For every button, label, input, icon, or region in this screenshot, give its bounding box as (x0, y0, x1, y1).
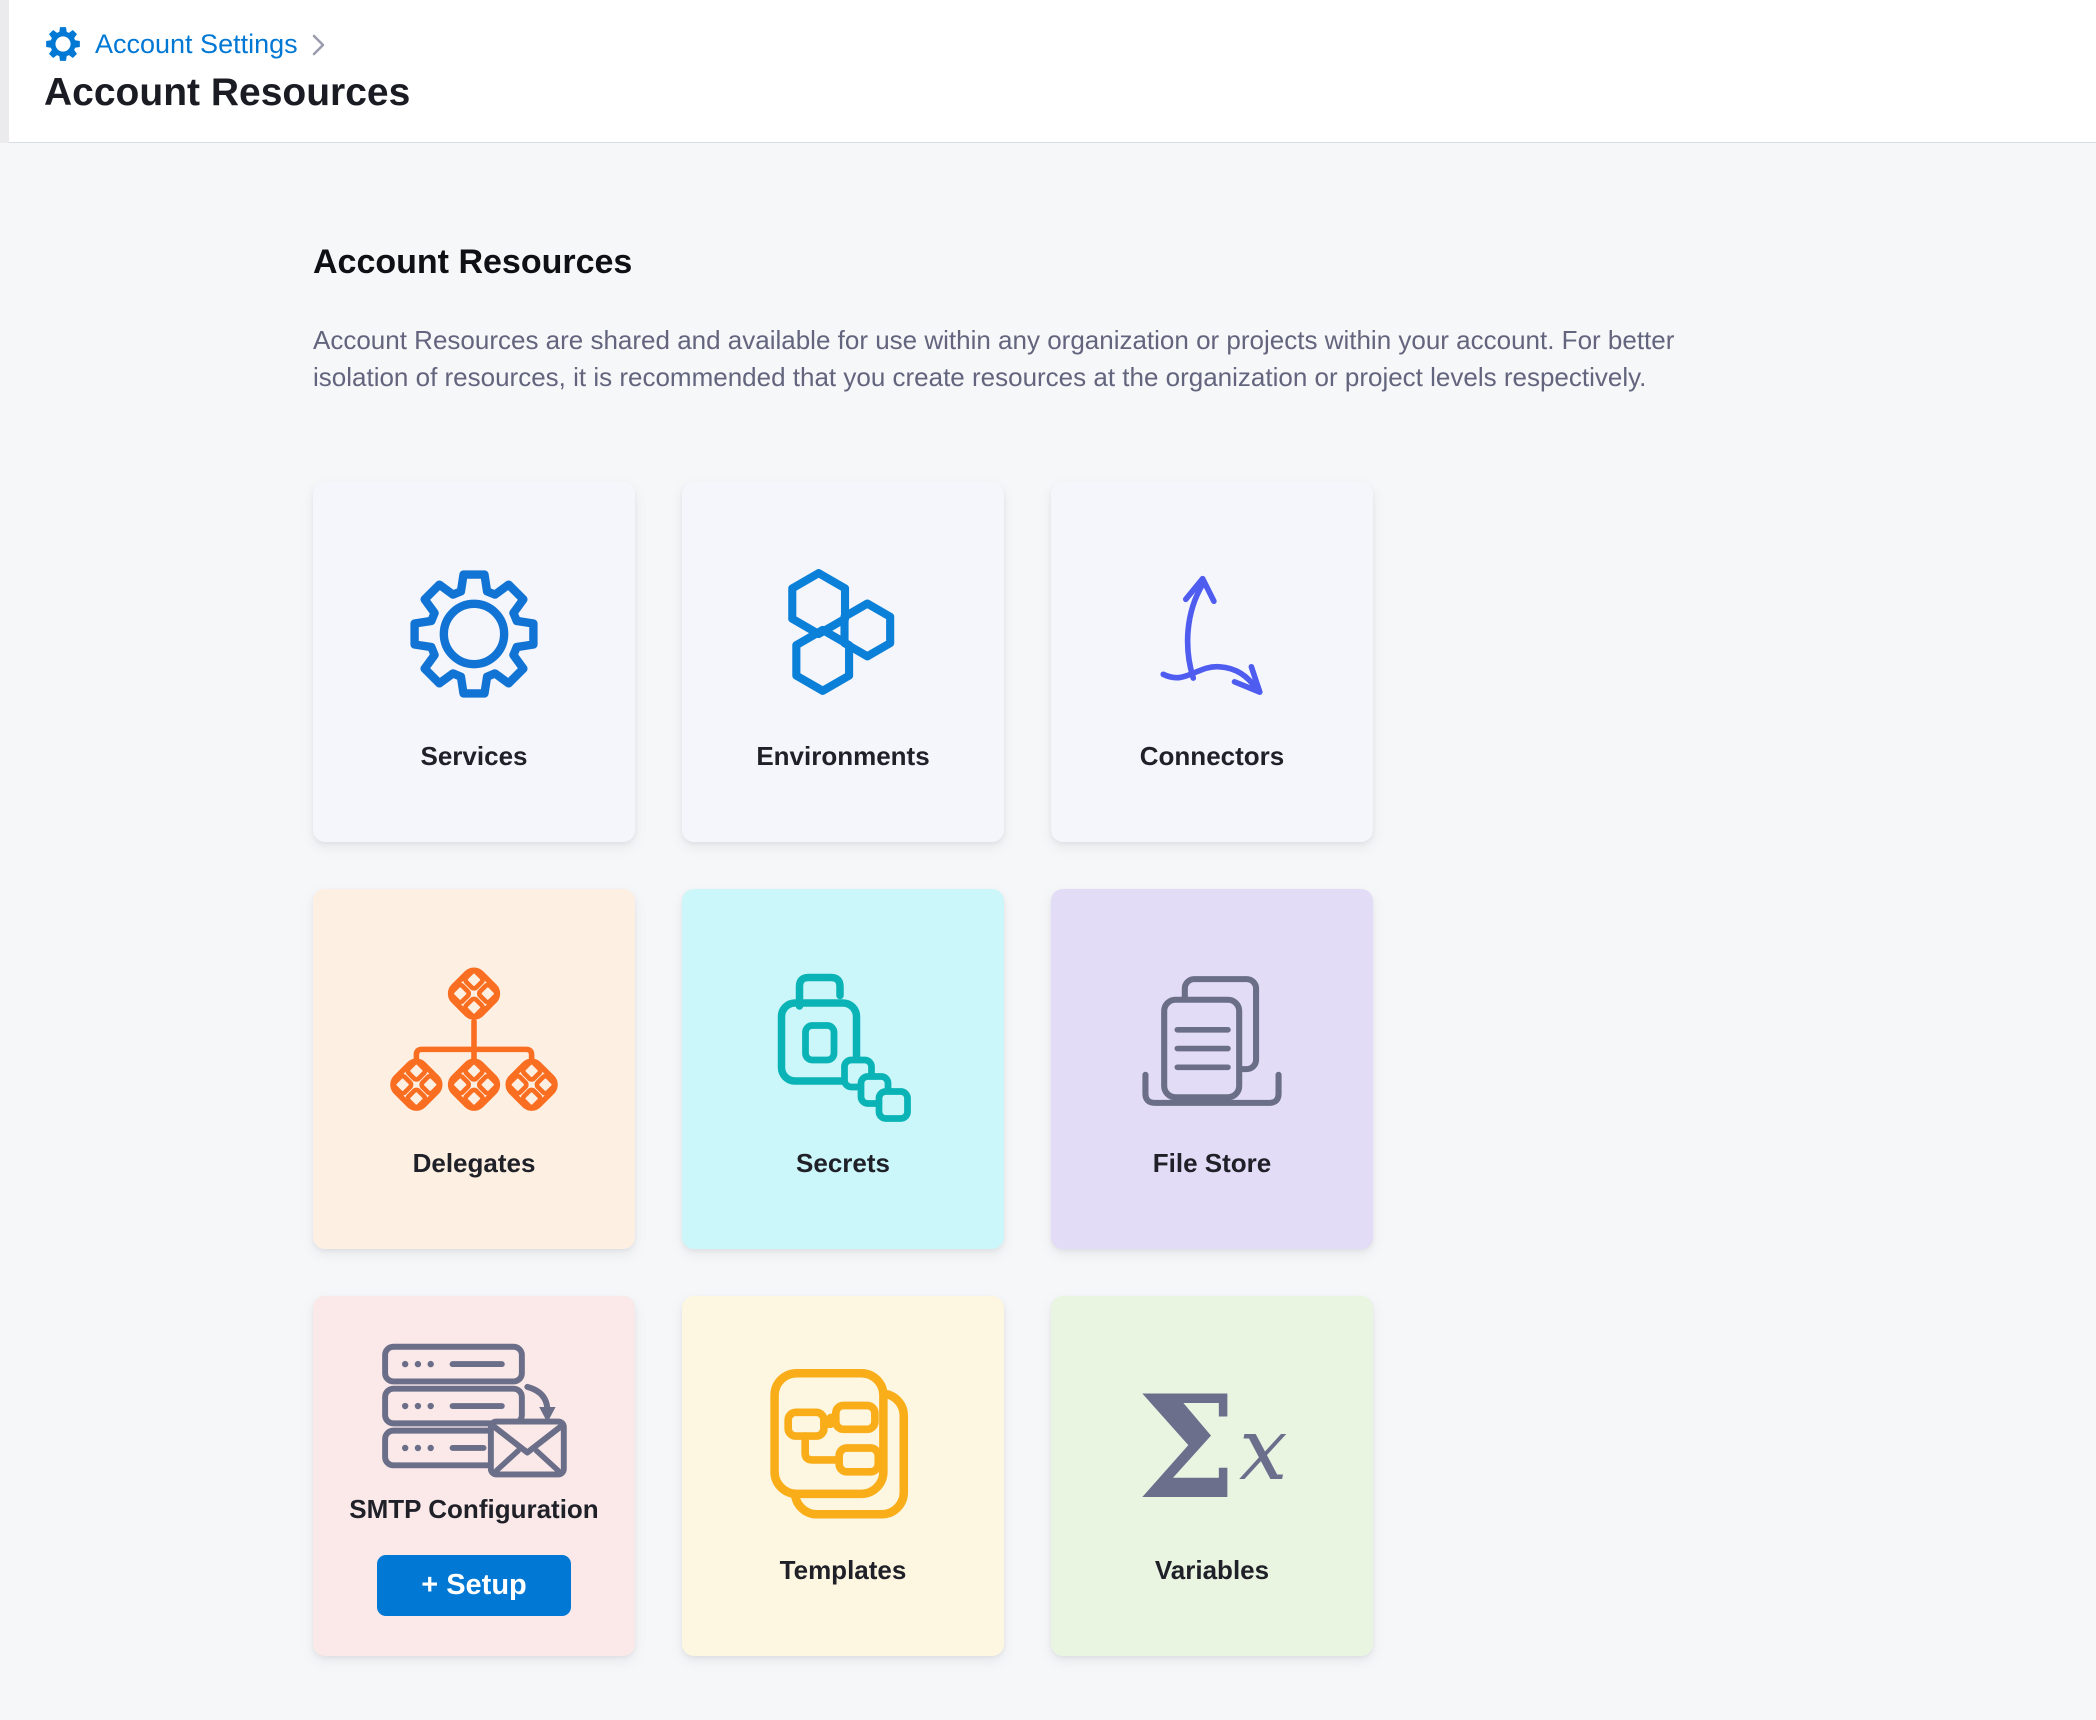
card-label: Connectors (1140, 741, 1284, 772)
card-label: File Store (1153, 1148, 1271, 1179)
resource-card-grid: Services Environments (313, 482, 2036, 1656)
page-title: Account Resources (44, 72, 2096, 115)
card-label: Templates (780, 1555, 907, 1586)
templates-icon (764, 1367, 922, 1529)
services-icon (407, 553, 541, 715)
smtp-icon (376, 1336, 572, 1486)
card-environments[interactable]: Environments (682, 482, 1004, 842)
breadcrumb: Account Settings (44, 0, 2096, 63)
secrets-icon (768, 960, 918, 1122)
x-glyph: x (1239, 1407, 1288, 1493)
card-delegates[interactable]: Delegates (313, 889, 635, 1249)
settings-gear-icon (44, 25, 82, 63)
smtp-setup-button-label: + Setup (421, 1569, 527, 1601)
section-heading: Account Resources (313, 243, 2036, 282)
card-variables[interactable]: Σ x Variables (1051, 1296, 1373, 1656)
card-label: Delegates (413, 1148, 536, 1179)
chevron-right-icon (311, 32, 326, 58)
environments-icon (772, 553, 914, 715)
card-smtp-configuration[interactable]: SMTP Configuration + Setup (313, 1296, 635, 1656)
page-header: Account Settings Account Resources (0, 0, 2096, 143)
card-label: Variables (1155, 1555, 1269, 1586)
sigma-glyph: Σ (1137, 1377, 1237, 1519)
card-filestore[interactable]: File Store (1051, 889, 1373, 1249)
variables-icon: Σ x (1137, 1367, 1288, 1529)
card-templates[interactable]: Templates (682, 1296, 1004, 1656)
card-label: Environments (756, 741, 929, 772)
smtp-setup-button[interactable]: + Setup (377, 1555, 571, 1616)
main-content: Account Resources Account Resources are … (0, 143, 2096, 1656)
card-label: Services (421, 741, 528, 772)
breadcrumb-link-account-settings[interactable]: Account Settings (44, 25, 298, 63)
card-services[interactable]: Services (313, 482, 635, 842)
section-description: Account Resources are shared and availab… (313, 322, 1773, 396)
connectors-icon (1137, 553, 1287, 715)
card-connectors[interactable]: Connectors (1051, 482, 1373, 842)
collapsed-nav-strip (0, 0, 9, 143)
card-label: Secrets (796, 1148, 890, 1179)
filestore-icon (1132, 960, 1292, 1122)
delegates-icon (385, 960, 563, 1122)
card-label: SMTP Configuration (349, 1494, 598, 1525)
card-secrets[interactable]: Secrets (682, 889, 1004, 1249)
breadcrumb-label: Account Settings (95, 29, 298, 60)
